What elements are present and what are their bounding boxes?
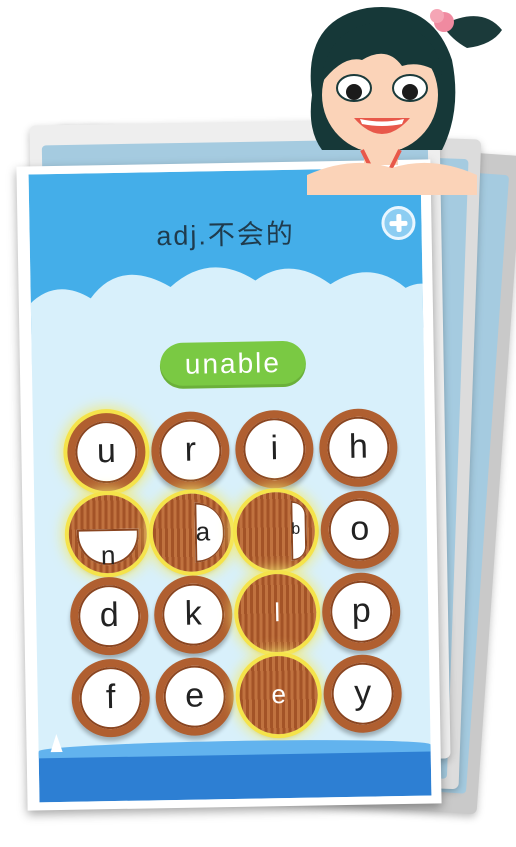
mascot-girl	[307, 7, 502, 195]
letter-tile[interactable]: e	[155, 656, 235, 737]
letter-tile[interactable]: a	[152, 492, 232, 573]
word-hint: adj.不会的	[156, 218, 296, 252]
water-footer	[38, 745, 432, 803]
letter-tile[interactable]: h	[318, 408, 399, 488]
letter-tile[interactable]: l	[237, 573, 317, 653]
letter-tile[interactable]: b	[236, 491, 316, 571]
letter-tile[interactable]: r	[150, 410, 231, 491]
answer-word: unable	[159, 340, 307, 390]
letter-tile[interactable]: p	[321, 572, 401, 652]
sailboat-icon	[50, 733, 63, 753]
letter-tile[interactable]: o	[320, 490, 400, 570]
letter-tile[interactable]: e	[239, 655, 319, 735]
letter-tile[interactable]: k	[153, 574, 233, 655]
letter-tile[interactable]: u	[66, 412, 147, 492]
letter-tile[interactable]: n	[68, 494, 148, 574]
letter-tile[interactable]: f	[71, 658, 151, 738]
letter-tile[interactable]: i	[234, 409, 315, 489]
letter-tile[interactable]: y	[322, 654, 403, 734]
letter-tile[interactable]: d	[69, 576, 149, 656]
game-screen: adj.不会的 unable u r i h n a b o d k l p f…	[28, 167, 432, 803]
word-card: adj.不会的 unable u r i h n a b o d k l p f…	[16, 159, 442, 811]
